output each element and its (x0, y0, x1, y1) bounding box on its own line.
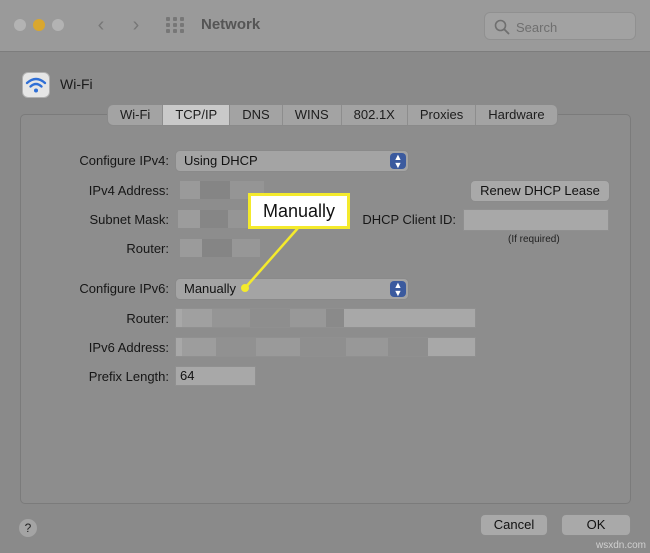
ipv6-address-label: IPv6 Address: (88, 340, 169, 355)
router-ipv4-redacted (180, 239, 260, 257)
ok-button[interactable]: OK (561, 514, 631, 536)
manually-callout: Manually (248, 193, 350, 229)
help-button[interactable]: ? (18, 518, 38, 538)
title-bar: ‹ › Network Search (0, 0, 650, 52)
router-ipv6-field[interactable] (175, 308, 476, 328)
configure-ipv6-popup[interactable]: Manually ▲ ▼ (175, 278, 409, 300)
watermark: wsxdn.com (595, 540, 646, 551)
ipv6-address-field[interactable] (175, 337, 476, 357)
router-ipv6-label: Router: (126, 311, 169, 326)
search-field[interactable]: Search (484, 12, 636, 40)
router-ipv6-redacted (182, 309, 344, 327)
tab-hardware[interactable]: Hardware (476, 105, 556, 125)
minimize-window-button[interactable] (33, 19, 45, 31)
tab-wifi[interactable]: Wi-Fi (108, 105, 164, 125)
configure-ipv4-label: Configure IPv4: (79, 153, 169, 168)
forward-icon[interactable]: › (124, 12, 148, 38)
tab-8021x[interactable]: 802.1X (342, 105, 408, 125)
ipv6-address-redacted (182, 338, 428, 356)
zoom-window-button[interactable] (52, 19, 64, 31)
tab-proxies[interactable]: Proxies (408, 105, 477, 125)
show-all-grid-icon[interactable] (166, 17, 186, 33)
tab-wins[interactable]: WINS (283, 105, 342, 125)
service-name: Wi-Fi (60, 76, 93, 92)
if-required-note: (If required) (508, 234, 560, 245)
renew-dhcp-lease-button[interactable]: Renew DHCP Lease (470, 180, 610, 202)
tab-tcpip[interactable]: TCP/IP (163, 105, 231, 125)
configure-ipv6-label: Configure IPv6: (79, 281, 169, 296)
window-title: Network (201, 16, 261, 33)
popup-stepper-icon: ▲ ▼ (390, 153, 406, 170)
popup-stepper-icon: ▲ ▼ (390, 281, 406, 298)
router-ipv4-label: Router: (126, 241, 169, 256)
wifi-icon (22, 72, 50, 98)
configure-ipv4-value: Using DHCP (184, 153, 258, 168)
search-icon (494, 19, 510, 35)
search-placeholder: Search (516, 20, 558, 35)
tab-bar: Wi-Fi TCP/IP DNS WINS 802.1X Proxies Har… (107, 104, 558, 126)
prefix-length-label: Prefix Length: (88, 369, 169, 384)
dhcp-client-id-field[interactable] (463, 209, 609, 231)
prefix-length-field[interactable]: 64 (175, 366, 256, 386)
subnet-mask-label: Subnet Mask: (89, 212, 170, 227)
ipv4-address-label: IPv4 Address: (88, 183, 169, 198)
configure-ipv6-value: Manually (184, 281, 237, 296)
back-icon[interactable]: ‹ (89, 12, 113, 38)
cancel-button[interactable]: Cancel (480, 514, 548, 536)
close-window-button[interactable] (14, 19, 26, 31)
configure-ipv4-popup[interactable]: Using DHCP ▲ ▼ (175, 150, 409, 172)
tab-dns[interactable]: DNS (230, 105, 283, 125)
